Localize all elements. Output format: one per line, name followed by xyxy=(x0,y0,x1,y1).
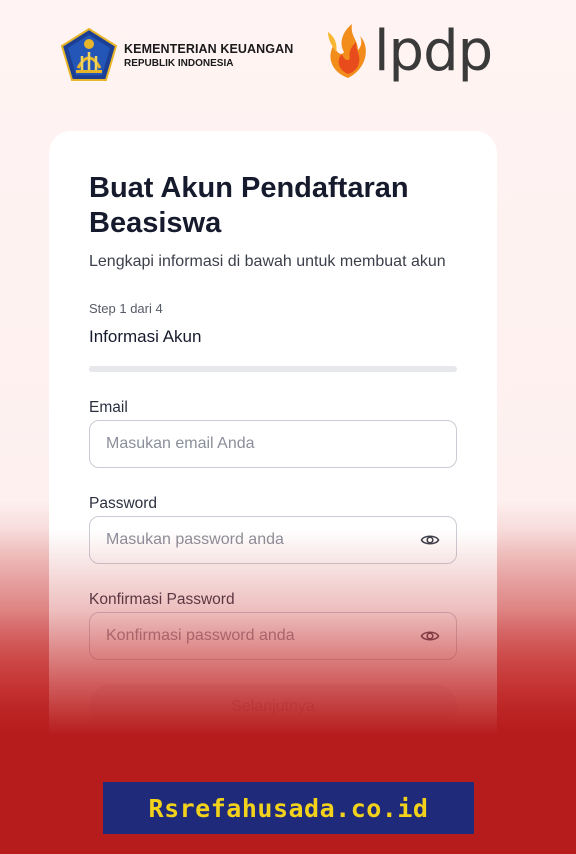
eye-icon[interactable] xyxy=(420,530,440,550)
password-field xyxy=(89,516,457,564)
kemenkeu-title: KEMENTERIAN KEUANGAN xyxy=(124,41,294,56)
password-input[interactable] xyxy=(106,531,420,549)
email-label: Email xyxy=(89,399,128,416)
page-subtitle: Lengkapi informasi di bawah untuk membua… xyxy=(89,253,446,270)
password-label: Password xyxy=(89,495,158,512)
watermark-banner: Rsrefahusada.co.id xyxy=(103,782,474,834)
page-title: Buat Akun Pendaftaran Beasiswa xyxy=(89,172,409,239)
step-indicator: Step 1 dari 4 xyxy=(89,301,163,316)
watermark-text: Rsrefahusada.co.id xyxy=(148,793,429,823)
confirm-password-field xyxy=(89,612,457,660)
kemenkeu-emblem-icon xyxy=(60,28,118,81)
lpdp-flame-icon xyxy=(328,24,366,78)
email-field xyxy=(89,420,457,468)
confirm-password-label: Konfirmasi Password xyxy=(89,591,235,608)
registration-card: Buat Akun Pendaftaran Beasiswa Lengkapi … xyxy=(49,131,497,751)
kemenkeu-subtitle: REPUBLIK INDONESIA xyxy=(124,57,234,69)
eye-icon[interactable] xyxy=(420,626,440,646)
confirm-password-input[interactable] xyxy=(106,627,420,645)
progress-fill xyxy=(89,366,181,372)
kemenkeu-text: KEMENTERIAN KEUANGAN REPUBLIK INDONESIA xyxy=(124,42,293,69)
progress-bar xyxy=(89,366,457,372)
lpdp-logo-text: lpdp xyxy=(374,19,493,84)
lpdp-logo: lpdp xyxy=(324,19,493,84)
step-title: Informasi Akun xyxy=(89,327,202,346)
next-button[interactable]: Selanjutnya xyxy=(89,684,457,730)
email-input[interactable] xyxy=(106,435,440,453)
header: KEMENTERIAN KEUANGAN REPUBLIK INDONESIA … xyxy=(0,22,576,92)
kemenkeu-logo: KEMENTERIAN KEUANGAN REPUBLIK INDONESIA xyxy=(60,28,293,82)
